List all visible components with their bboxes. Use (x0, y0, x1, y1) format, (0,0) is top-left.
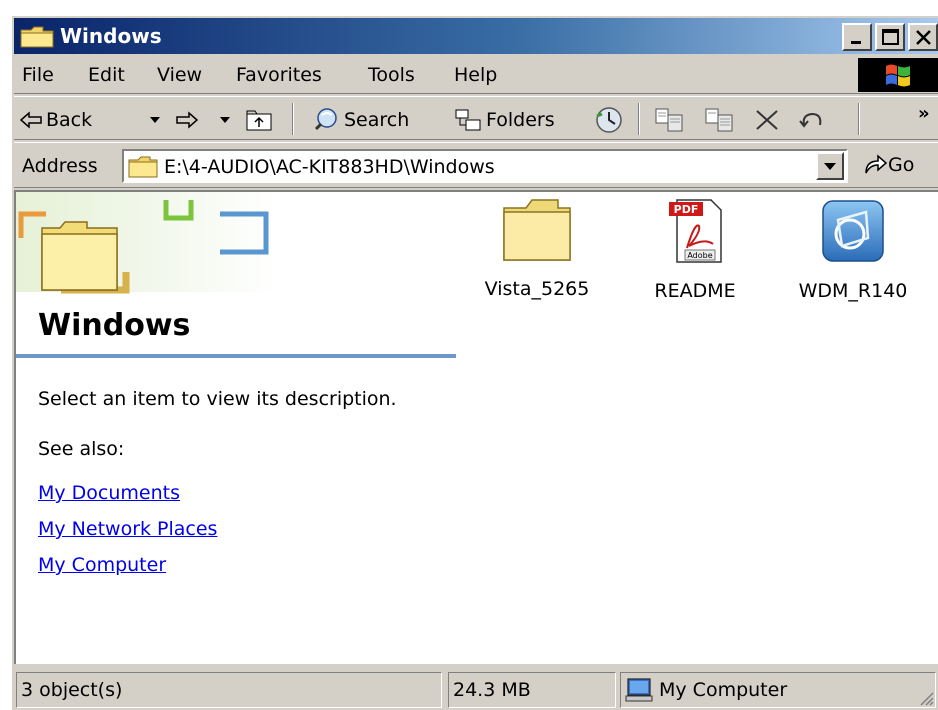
forward-button[interactable] (176, 105, 202, 135)
window-title: Windows (60, 24, 162, 48)
status-bar: 3 object(s) 24.3 MB My Computer (14, 668, 938, 710)
folders-button[interactable]: Folders (454, 105, 555, 135)
link-my-network-places[interactable]: My Network Places (38, 518, 217, 540)
address-input[interactable]: E:\4-AUDIO\AC-KIT883HD\Windows (122, 149, 848, 183)
folder-icon (503, 199, 571, 261)
title-bar[interactable]: Windows (14, 18, 938, 54)
folder-view: Windows Select an item to view its descr… (14, 190, 938, 664)
chevron-down-icon (824, 163, 836, 170)
link-my-computer[interactable]: My Computer (38, 554, 166, 576)
toolbar-separator (292, 103, 294, 135)
go-button[interactable]: Go (862, 153, 914, 177)
maximize-icon (882, 29, 899, 45)
back-label: Back (46, 109, 93, 131)
my-computer-icon (625, 678, 653, 702)
minimize-icon (851, 41, 861, 44)
toolbar-overflow-chevron-icon[interactable]: » (918, 103, 930, 124)
title-divider (16, 354, 456, 358)
menu-file[interactable]: File (22, 64, 54, 86)
svg-text:PDF: PDF (674, 203, 699, 216)
menu-edit[interactable]: Edit (88, 64, 125, 86)
menu-bar: File Edit View Favorites Tools Help (14, 56, 938, 94)
svg-text:Adobe: Adobe (687, 251, 712, 260)
menu-favorites[interactable]: Favorites (236, 64, 322, 86)
maximize-button[interactable] (875, 23, 905, 51)
folders-tree-icon (455, 109, 481, 131)
undo-icon (799, 112, 822, 128)
copy-to-button[interactable] (704, 105, 738, 135)
folder-title: Windows (38, 308, 191, 343)
address-dropdown-button[interactable] (816, 152, 844, 180)
file-item-wdm-r140[interactable]: WDM_R140 (778, 198, 928, 302)
folders-label: Folders (486, 109, 555, 131)
menu-tools[interactable]: Tools (368, 64, 415, 86)
status-zone-label: My Computer (659, 679, 788, 701)
windows-flag-icon (886, 64, 910, 87)
address-label: Address (22, 155, 98, 177)
up-folder-icon (246, 110, 272, 131)
status-zone: My Computer (620, 672, 936, 708)
toolbar-separator (638, 103, 640, 135)
file-item-vista-5265[interactable]: Vista_5265 (462, 198, 612, 300)
close-icon (916, 30, 931, 45)
copy-to-icon (705, 108, 733, 132)
back-arrow-icon (20, 111, 42, 129)
search-icon (314, 108, 337, 131)
explorer-window: Windows File Edit View Favorites Tools H… (10, 14, 938, 710)
file-item-readme[interactable]: PDF Adobe README (620, 198, 770, 302)
file-label: Vista_5265 (484, 278, 590, 300)
go-arrow-icon (865, 154, 888, 174)
folder-icon (20, 26, 54, 48)
file-label: README (654, 280, 736, 302)
minimize-button[interactable] (842, 23, 872, 51)
close-button[interactable] (908, 23, 938, 51)
menu-help[interactable]: Help (454, 64, 497, 86)
history-button[interactable] (594, 105, 628, 135)
delete-x-icon (756, 110, 778, 130)
up-folder-button[interactable] (246, 105, 276, 135)
toolbar-separator (858, 103, 860, 135)
search-button[interactable]: Search (312, 105, 409, 135)
status-size: 24.3 MB (448, 672, 616, 708)
back-dropdown-icon[interactable] (150, 117, 160, 123)
menu-view[interactable]: View (157, 64, 202, 86)
address-bar: Address E:\4-AUDIO\AC-KIT883HD\Windows G… (14, 142, 938, 188)
forward-dropdown-icon[interactable] (220, 117, 230, 123)
link-my-documents[interactable]: My Documents (38, 482, 180, 504)
move-to-icon (655, 108, 683, 132)
windows-logo (858, 58, 938, 92)
forward-arrow-icon (176, 111, 198, 129)
status-object-count: 3 object(s) (16, 672, 442, 708)
search-label: Search (344, 109, 410, 131)
see-also-label: See also: (38, 438, 125, 460)
pdf-icon: PDF Adobe (669, 199, 722, 263)
address-value: E:\4-AUDIO\AC-KIT883HD\Windows (164, 156, 495, 178)
file-label: WDM_R140 (798, 280, 908, 302)
folder-icon (128, 156, 158, 178)
history-icon (596, 107, 622, 133)
undo-button[interactable] (798, 105, 830, 135)
description-text: Select an item to view its description. (38, 388, 397, 410)
back-button[interactable]: Back (20, 105, 92, 135)
standard-toolbar: Back Search Folders » (14, 96, 938, 140)
resize-grip-icon[interactable] (918, 690, 934, 706)
delete-button[interactable] (754, 105, 784, 135)
setup-icon (822, 200, 884, 262)
go-label: Go (888, 154, 915, 176)
move-to-button[interactable] (654, 105, 688, 135)
